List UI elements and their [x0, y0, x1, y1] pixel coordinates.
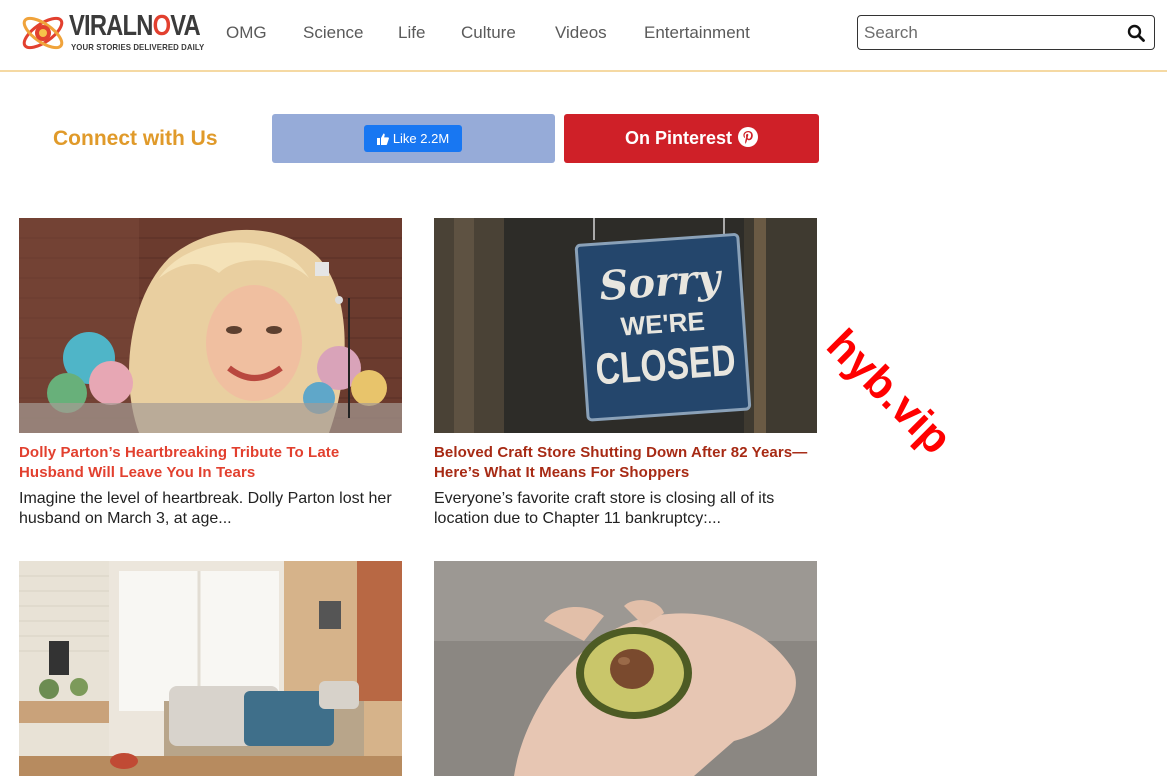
- article-card[interactable]: Dolly Parton’s Heartbreaking Tribute To …: [19, 218, 403, 529]
- logo-wordmark: VIRALNOVA: [69, 10, 201, 42]
- watermark-text: hyb.vip: [817, 320, 961, 464]
- article-card[interactable]: Sorry WE'RE CLOSED Beloved Craft Store S…: [434, 218, 818, 529]
- nav-omg[interactable]: OMG: [226, 23, 267, 43]
- nav-life[interactable]: Life: [398, 23, 425, 43]
- nav-entertainment[interactable]: Entertainment: [644, 23, 750, 43]
- sign-text-closed: CLOSED: [594, 336, 737, 395]
- logo-orbit-icon: [22, 16, 64, 50]
- avocado-image: [434, 561, 817, 776]
- nav-science[interactable]: Science: [303, 23, 363, 43]
- nav-culture[interactable]: Culture: [461, 23, 516, 43]
- bedroom-image: [19, 561, 402, 776]
- facebook-follow-box: Like 2.2M: [272, 114, 555, 163]
- facebook-like-button[interactable]: Like 2.2M: [364, 125, 462, 152]
- search-icon[interactable]: [1127, 24, 1145, 42]
- logo-tagline: YOUR STORIES DELIVERED DAILY: [71, 42, 205, 52]
- mural-image: [19, 218, 402, 433]
- pinterest-icon: [738, 127, 759, 148]
- article-card[interactable]: [19, 561, 403, 776]
- thumbs-up-icon: [376, 133, 389, 145]
- facebook-like-label: Like 2.2M: [392, 131, 450, 146]
- article-image-dolly-mural[interactable]: [19, 218, 402, 433]
- article-card[interactable]: [434, 561, 818, 776]
- pinterest-follow-button[interactable]: On Pinterest: [564, 114, 819, 163]
- closed-sign-image: Sorry WE'RE CLOSED: [434, 218, 817, 433]
- site-header: VIRALNOVA YOUR STORIES DELIVERED DAILY O…: [0, 0, 1167, 72]
- article-title[interactable]: Dolly Parton’s Heartbreaking Tribute To …: [19, 443, 403, 483]
- site-logo[interactable]: VIRALNOVA YOUR STORIES DELIVERED DAILY: [17, 7, 204, 59]
- article-title[interactable]: Beloved Craft Store Shutting Down After …: [434, 443, 818, 483]
- article-excerpt: Everyone’s favorite craft store is closi…: [434, 490, 775, 527]
- sign-text-were: WE'RE: [620, 306, 706, 342]
- article-image-avocado[interactable]: [434, 561, 817, 776]
- search-box: [857, 15, 1155, 50]
- article-image-bedroom[interactable]: [19, 561, 402, 776]
- sign-text-sorry: Sorry: [598, 254, 725, 310]
- nav-videos[interactable]: Videos: [555, 23, 607, 43]
- article-image-closed-sign[interactable]: Sorry WE'RE CLOSED: [434, 218, 817, 433]
- article-excerpt: Imagine the level of heartbreak. Dolly P…: [19, 490, 392, 527]
- search-input[interactable]: [864, 20, 1114, 46]
- connect-heading: Connect with Us: [53, 127, 218, 150]
- pinterest-label: On Pinterest: [624, 128, 733, 148]
